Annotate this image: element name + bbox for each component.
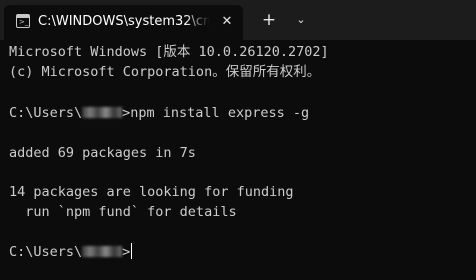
prompt-symbol: > (122, 244, 131, 260)
tab-bar: >_ C:\WINDOWS\system32\cmd.exe ✕ + ⌄ (0, 0, 476, 40)
console-line-version: Microsoft Windows [版本 10.0.26120.2702] (9, 44, 329, 60)
prompt-path: C:\Users\ (9, 244, 83, 260)
command-text: >npm install express -g (122, 105, 310, 121)
chevron-down-icon[interactable]: ⌄ (291, 10, 311, 30)
tab-title: C:\WINDOWS\system32\cmd.exe (38, 14, 210, 29)
console-line-command: C:\Users\ >npm install express -g (9, 103, 309, 123)
tab-cmd[interactable]: >_ C:\WINDOWS\system32\cmd.exe ✕ (4, 5, 243, 40)
redacted-username (82, 246, 123, 257)
console-line-funding-hint: run `npm fund` for details (9, 204, 237, 220)
console-line-output: added 69 packages in 7s (9, 145, 196, 161)
redacted-username (82, 107, 123, 118)
close-icon[interactable]: ✕ (218, 13, 236, 31)
new-tab-button[interactable]: + (259, 10, 279, 30)
console-line-copyright: (c) Microsoft Corporation。保留所有权利。 (9, 64, 321, 80)
console-icon: >_ (16, 14, 30, 28)
prompt-path: C:\Users\ (9, 105, 83, 121)
console-line-funding: 14 packages are looking for funding (9, 184, 294, 200)
console-line-prompt[interactable]: C:\Users\ > (9, 242, 133, 262)
text-cursor (131, 243, 133, 259)
terminal-window: >_ C:\WINDOWS\system32\cmd.exe ✕ + ⌄ Mic… (0, 0, 476, 280)
console-output[interactable]: Microsoft Windows [版本 10.0.26120.2702] (… (0, 40, 476, 280)
